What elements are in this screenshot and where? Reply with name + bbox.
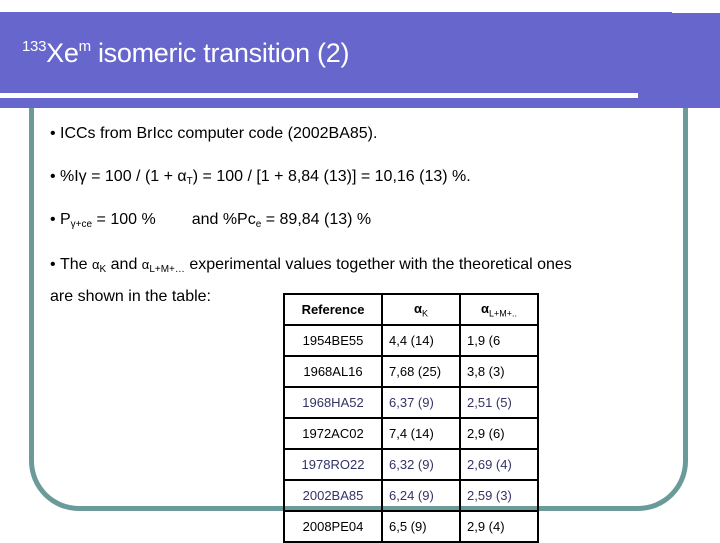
cell-reference: 1972AC02 [283, 417, 383, 450]
cell-alpha-lm: 1,9 (6 [459, 324, 539, 357]
header-alpha-k: αK [381, 293, 461, 326]
cell-alpha-k: 6,5 (9) [381, 510, 461, 543]
cell-alpha-k: 7,4 (14) [381, 417, 461, 450]
alpha-symbol: α [92, 257, 100, 272]
slide-title: 133Xem isomeric transition (2) [22, 38, 349, 69]
bullet-experimental: • The αK and αL+M+… experimental values t… [50, 256, 572, 275]
cell-reference: 1968HA52 [283, 386, 383, 419]
title-underline [0, 93, 638, 98]
subscript: L+M+… [149, 264, 185, 275]
title-rest: isomeric transition (2) [90, 38, 350, 68]
bullet-text: and %Pc [191, 211, 256, 228]
table-row: 1954BE55 4,4 (14) 1,9 (6 [283, 324, 539, 357]
table-header-row: Reference αK αL+M+.. [283, 293, 539, 326]
table-row: 1978RO22 6,32 (9) 2,69 (4) [283, 448, 539, 481]
cell-alpha-k: 4,4 (14) [381, 324, 461, 357]
bullet-text: ) = 100 / [1 + 8,84 (13)] = 10,16 (13) %… [192, 168, 471, 185]
cell-alpha-lm: 2,59 (3) [459, 479, 539, 512]
cell-alpha-k: 6,24 (9) [381, 479, 461, 512]
header-alpha-lm: αL+M+.. [459, 293, 539, 326]
bullet-dot: • [50, 168, 56, 185]
cell-reference: 1978RO22 [283, 448, 383, 481]
isomer-mark: m [78, 38, 92, 55]
cell-reference: 1968AL16 [283, 355, 383, 388]
cell-alpha-lm: 3,8 (3) [459, 355, 539, 388]
cell-alpha-k: 7,68 (25) [381, 355, 461, 388]
bullet-text: The [60, 256, 93, 273]
table-row: 2002BA85 6,24 (9) 2,59 (3) [283, 479, 539, 512]
table-row: 2008PE04 6,5 (9) 2,9 (4) [283, 510, 539, 543]
icc-table: Reference αK αL+M+.. 1954BE55 4,4 (14) 1,9… [283, 293, 539, 543]
subscript: γ+ce [70, 219, 93, 230]
table-row: 1968AL16 7,68 (25) 3,8 (3) [283, 355, 539, 388]
cell-reference: 2002BA85 [283, 479, 383, 512]
bullet-text: = 89,84 (13) % [261, 211, 372, 228]
cell-alpha-lm: 2,9 (4) [459, 510, 539, 543]
bullet-dot: • [50, 256, 56, 273]
bullet-gamma-intensity: • %Iγ = 100 / (1 + αT) = 100 / [1 + 8,84 … [50, 168, 471, 187]
bullet-dot: • [50, 211, 56, 228]
cell-reference: 2008PE04 [283, 510, 383, 543]
bullet-text: ICCs from BrIcc computer code (2002BA85)… [60, 125, 378, 142]
cell-alpha-lm: 2,69 (4) [459, 448, 539, 481]
bullet-probability: • Pγ+ce = 100 % and %Pce = 89,84 (13) % [50, 211, 371, 230]
table-row: 1968HA52 6,37 (9) 2,51 (5) [283, 386, 539, 419]
cell-alpha-k: 6,32 (9) [381, 448, 461, 481]
bullet-text: = 100 % [92, 211, 156, 228]
cell-alpha-lm: 2,51 (5) [459, 386, 539, 419]
bullet-continuation: are shown in the table: [50, 288, 211, 305]
mass-number: 133 [22, 38, 47, 55]
header-reference: Reference [283, 293, 383, 326]
bullet-dot: • [50, 125, 56, 142]
bullet-text: experimental values together with the th… [184, 256, 572, 273]
cell-reference: 1954BE55 [283, 324, 383, 357]
bullet-text: and [106, 256, 142, 273]
title-banner-extension [672, 13, 720, 108]
bullet-iccs: • ICCs from BrIcc computer code (2002BA85… [50, 125, 377, 143]
bullet-text: P [60, 211, 71, 228]
cell-alpha-k: 6,37 (9) [381, 386, 461, 419]
element-symbol: Xe [46, 38, 79, 68]
cell-alpha-lm: 2,9 (6) [459, 417, 539, 450]
table-row: 1972AC02 7,4 (14) 2,9 (6) [283, 417, 539, 450]
bullet-text: %Iγ = 100 / (1 + α [60, 168, 187, 185]
